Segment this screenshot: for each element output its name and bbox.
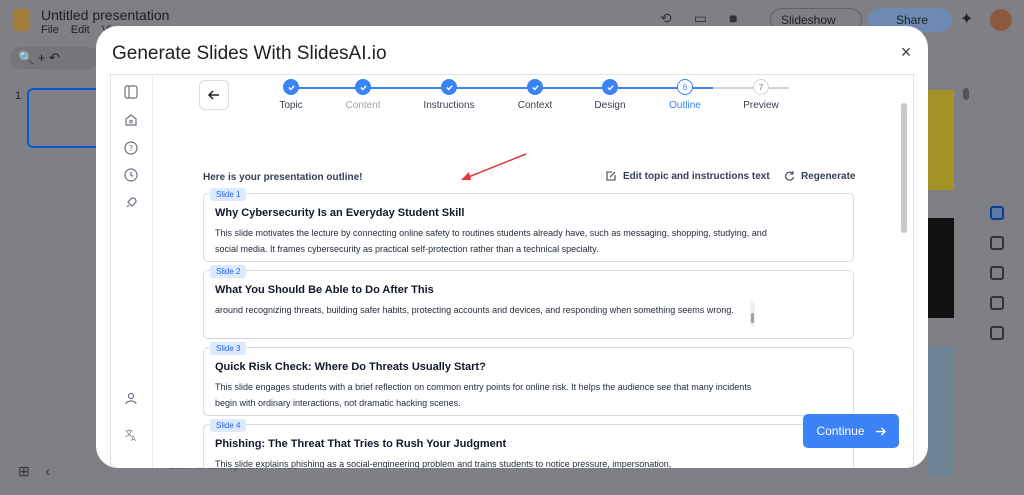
- scrollbar[interactable]: [963, 88, 969, 100]
- sidebar: ? 文A: [111, 75, 153, 468]
- continue-button[interactable]: Continue: [803, 414, 899, 448]
- description-scrollbar[interactable]: [750, 301, 755, 327]
- edit-icon: [606, 171, 616, 181]
- side-image: [928, 346, 954, 476]
- continue-label: Continue: [816, 424, 865, 438]
- right-rail: [982, 200, 1012, 360]
- grid-view-icon[interactable]: ⊞ ‹: [18, 463, 50, 480]
- user-icon[interactable]: [124, 391, 138, 405]
- modal-content-frame: ? 文A Topic Content Instructions Context …: [110, 74, 914, 468]
- slide-card-3[interactable]: Slide 3 Quick Risk Check: Where Do Threa…: [203, 342, 854, 416]
- outline-heading: Here is your presentation outline!: [203, 172, 363, 183]
- step-number: 6: [677, 79, 693, 95]
- step-number: 7: [753, 79, 769, 95]
- menu-file[interactable]: File: [41, 24, 59, 36]
- regenerate-label: Regenerate: [801, 170, 856, 182]
- slide-card-4[interactable]: Slide 4 Phishing: The Threat That Tries …: [203, 419, 854, 468]
- back-button[interactable]: [199, 80, 229, 110]
- check-icon: [441, 79, 457, 95]
- slide-description[interactable]: This slide explains phishing as a social…: [215, 456, 755, 468]
- modal-scrollbar[interactable]: [901, 103, 907, 233]
- home-icon[interactable]: [124, 113, 138, 127]
- refresh-icon: [785, 171, 795, 181]
- layout-icon[interactable]: [990, 206, 1004, 220]
- menu-edit[interactable]: Edit: [71, 24, 90, 36]
- step-label: Preview: [743, 100, 779, 111]
- comment-icon[interactable]: ▭: [694, 10, 707, 27]
- side-image: [928, 218, 954, 318]
- check-icon: [283, 79, 299, 95]
- modal-title: Generate Slides With SlidesAI.io: [112, 43, 387, 64]
- slide-title[interactable]: What You Should Be Able to Do After This: [215, 284, 434, 296]
- regenerate-button[interactable]: Regenerate: [783, 170, 855, 182]
- translate-icon[interactable]: 文A: [124, 428, 138, 442]
- slide-number: 1: [15, 90, 22, 102]
- help-icon[interactable]: ?: [124, 141, 138, 155]
- history-icon[interactable]: ⟲: [660, 10, 672, 27]
- slide-title[interactable]: Quick Risk Check: Where Do Threats Usual…: [215, 361, 486, 373]
- outline-list: Slide 1 Why Cybersecurity Is an Everyday…: [203, 187, 855, 468]
- annotation-arrow-icon: [461, 153, 527, 180]
- avatar[interactable]: [990, 9, 1012, 31]
- folder-icon[interactable]: [990, 296, 1004, 310]
- edit-topic-label: Edit topic and instructions text: [623, 170, 770, 182]
- rocket-icon[interactable]: [124, 196, 138, 210]
- slide-description[interactable]: This slide motivates the lecture by conn…: [215, 225, 775, 257]
- side-image: [928, 90, 954, 190]
- slide-title[interactable]: Why Cybersecurity Is an Everyday Student…: [215, 207, 464, 219]
- step-preview[interactable]: 7 Preview: [716, 79, 806, 111]
- step-instructions[interactable]: Instructions: [404, 79, 494, 111]
- slide-card-2[interactable]: Slide 2 What You Should Be Able to Do Af…: [203, 265, 854, 339]
- edit-topic-button[interactable]: Edit topic and instructions text: [605, 170, 770, 182]
- slide-badge: Slide 4: [210, 419, 247, 432]
- tasks-icon[interactable]: [990, 266, 1004, 280]
- slide-description[interactable]: This slide engages students with a brief…: [215, 379, 755, 411]
- slide-badge: Slide 2: [210, 265, 247, 278]
- header-icons: ⟲ ▭ ■: [660, 10, 737, 27]
- step-content[interactable]: Content: [318, 79, 408, 111]
- toolbar-search[interactable]: 🔍 + ↶: [10, 47, 100, 69]
- step-label: Instructions: [423, 100, 475, 111]
- slide-description[interactable]: around recognizing threats, building saf…: [215, 302, 755, 318]
- svg-text:A: A: [131, 435, 136, 442]
- slide-card-1[interactable]: Slide 1 Why Cybersecurity Is an Everyday…: [203, 188, 854, 262]
- history-icon[interactable]: [124, 168, 138, 182]
- addon-icon[interactable]: [990, 326, 1004, 340]
- slide-thumbnail[interactable]: [27, 88, 107, 148]
- doc-title[interactable]: Untitled presentation: [41, 7, 169, 23]
- slide-badge: Slide 1: [210, 188, 247, 201]
- svg-text:?: ?: [129, 144, 133, 153]
- close-button[interactable]: ×: [896, 42, 916, 62]
- check-icon: [527, 79, 543, 95]
- arrow-left-icon: [207, 90, 219, 100]
- check-icon: [355, 79, 371, 95]
- panel-icon[interactable]: [124, 85, 138, 99]
- video-icon[interactable]: ■: [729, 10, 737, 27]
- arrow-right-icon: [875, 426, 886, 436]
- check-icon: [602, 79, 618, 95]
- step-label: Content: [345, 100, 381, 111]
- slide-title[interactable]: Phishing: The Threat That Tries to Rush …: [215, 438, 506, 450]
- keep-icon[interactable]: [990, 236, 1004, 250]
- slidesai-modal: Generate Slides With SlidesAI.io × ? 文 A…: [96, 26, 928, 468]
- slides-logo-icon: [14, 9, 30, 31]
- gemini-icon[interactable]: ✦: [960, 9, 973, 29]
- slide-badge: Slide 3: [210, 342, 247, 355]
